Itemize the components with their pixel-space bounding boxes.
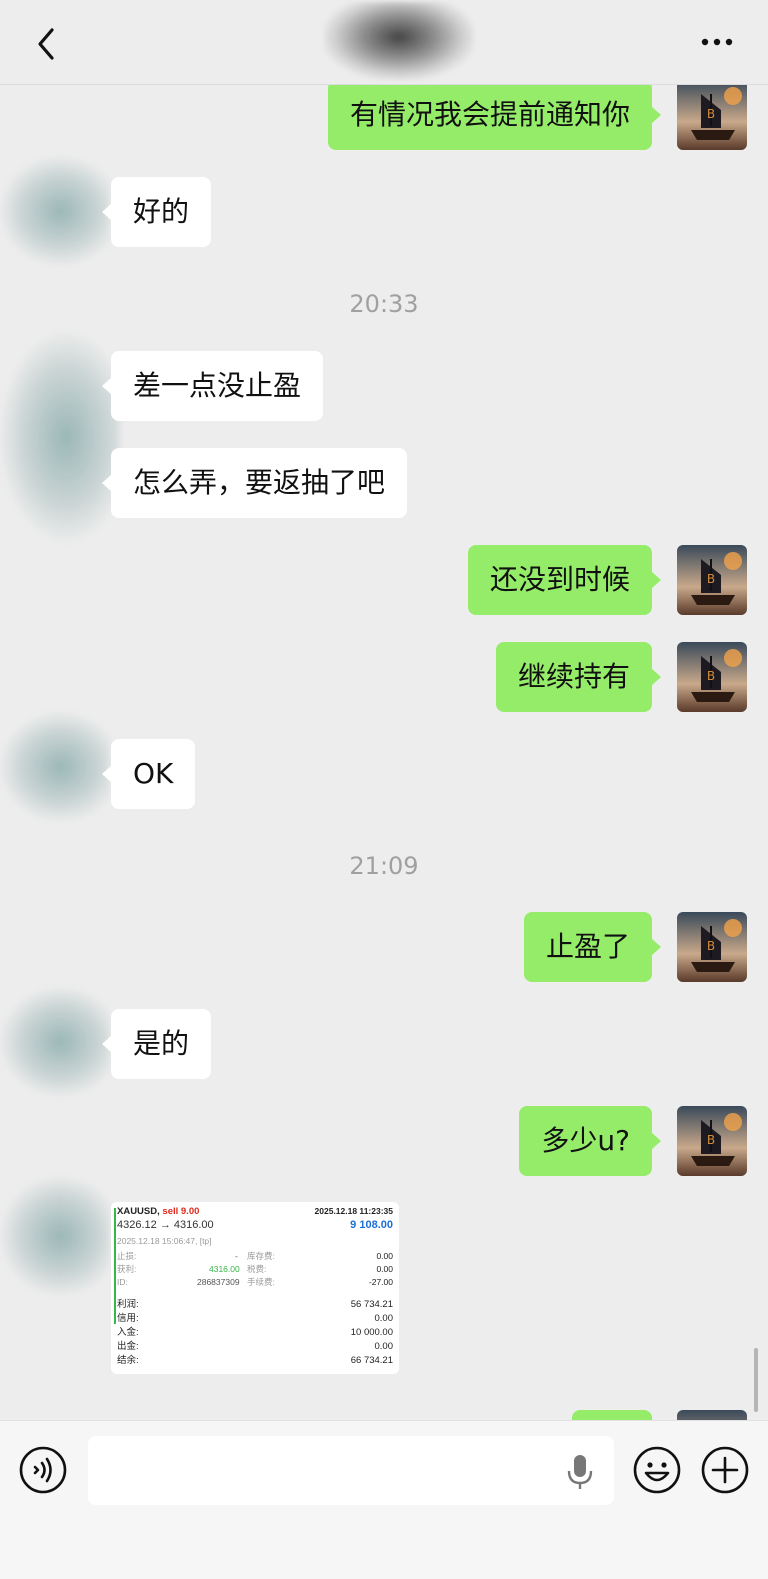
ship-avatar-icon: B <box>677 545 747 615</box>
message-bubble-incoming[interactable]: 好的 <box>101 177 212 247</box>
commission-label: 手续费: <box>247 1277 275 1287</box>
ship-avatar-icon <box>677 1410 747 1420</box>
id-label: ID: <box>117 1277 128 1287</box>
contact-avatar-redacted <box>0 987 110 1097</box>
message-bubble-outgoing[interactable]: 止盈了 <box>523 912 662 982</box>
ship-avatar-icon: B <box>677 642 747 712</box>
svg-text:B: B <box>707 572 715 586</box>
svg-text:B: B <box>707 669 715 683</box>
voice-icon[interactable] <box>18 1445 68 1495</box>
contact-avatar-redacted <box>0 712 110 822</box>
plus-icon[interactable] <box>700 1445 750 1495</box>
message-bubble-outgoing[interactable]: 多少u? <box>519 1106 661 1176</box>
trade-prices: 4326.12 → 4316.00 <box>117 1219 214 1231</box>
summary-row: 出金: 0.00 <box>117 1340 393 1353</box>
message-bubble-incoming[interactable]: OK <box>101 739 196 809</box>
chat-title-redacted <box>324 2 474 80</box>
tax-value: 0.00 <box>376 1264 393 1274</box>
contact-avatar-redacted <box>0 332 120 542</box>
svg-text:B: B <box>707 1133 715 1147</box>
scrollbar[interactable] <box>754 1348 758 1412</box>
trade-price-row: 4326.12 → 4316.00 9 108.00 <box>117 1219 393 1232</box>
contact-avatar-redacted <box>0 1176 110 1296</box>
trade-detail-row: ID: 286837309 手续费: -27.00 <box>117 1276 393 1289</box>
summary-row: 入金: 10 000.00 <box>117 1326 393 1339</box>
message-bubble-outgoing[interactable]: 有情况我会提前通知你 <box>327 84 662 150</box>
my-avatar[interactable]: B <box>677 642 747 712</box>
ship-avatar-icon: B <box>677 912 747 982</box>
microphone-icon[interactable] <box>566 1453 594 1491</box>
top-bar <box>0 0 768 85</box>
summary-row: 信用: 0.00 <box>117 1312 393 1325</box>
my-avatar[interactable] <box>677 1410 747 1420</box>
commission-value: -27.00 <box>368 1277 393 1287</box>
message-bubble-outgoing[interactable]: 继续持有 <box>495 642 662 712</box>
summary-label: 出金: <box>117 1341 139 1352</box>
svg-text:B: B <box>707 107 715 121</box>
my-avatar[interactable]: B <box>677 912 747 982</box>
tax-label: 税费: <box>247 1264 267 1274</box>
trade-open-info: 2025.12.18 15:06:47, [tp] <box>117 1236 212 1246</box>
summary-row: 利润: 56 734.21 <box>117 1298 393 1311</box>
contact-avatar-redacted <box>0 156 110 266</box>
emoji-icon[interactable] <box>632 1445 682 1495</box>
chevron-left-icon[interactable] <box>30 24 66 64</box>
message-bubble-incoming[interactable]: 是的 <box>101 1009 212 1079</box>
my-avatar[interactable]: B <box>677 545 747 615</box>
trade-screenshot-image[interactable]: XAUUSD, sell 9.00 2025.12.18 11:23:35 43… <box>111 1202 399 1374</box>
ship-avatar-icon: B <box>677 1106 747 1176</box>
summary-label: 利润: <box>117 1299 139 1310</box>
trade-detail-row: 获利: 4316.00 税费: 0.00 <box>117 1263 393 1276</box>
trade-header-row: XAUUSD, sell 9.00 2025.12.18 11:23:35 <box>117 1205 393 1218</box>
id-value: 286837309 <box>197 1277 240 1287</box>
more-dots-icon[interactable] <box>700 32 734 52</box>
take-profit-label: 获利: <box>117 1264 137 1274</box>
timestamp: 21:09 <box>349 852 419 880</box>
message-bubble-outgoing[interactable]: 还没到时候 <box>467 545 662 615</box>
take-profit-value: 4316.00 <box>209 1264 240 1274</box>
summary-value: 56 734.21 <box>350 1299 393 1310</box>
svg-text:B: B <box>707 939 715 953</box>
message-list[interactable]: 有情况我会提前通知你 B 好的 20:33 差一点没止盈 怎么弄，要返抽了吧 还… <box>0 84 768 1420</box>
trade-detail-row: 止损: - 库存费: 0.00 <box>117 1250 393 1263</box>
profit-indicator-bar <box>114 1208 116 1324</box>
message-bubble-incoming[interactable]: 怎么弄，要返抽了吧 <box>101 448 408 518</box>
trade-close-time: 2025.12.18 11:23:35 <box>314 1206 393 1216</box>
stop-loss-value: - <box>235 1251 238 1261</box>
summary-value: 0.00 <box>374 1313 394 1324</box>
summary-label: 入金: <box>117 1327 139 1338</box>
input-bar <box>0 1420 768 1579</box>
trade-side: sell 9.00 <box>162 1206 200 1217</box>
summary-row: 结余: 66 734.21 <box>117 1354 393 1367</box>
summary-label: 信用: <box>117 1313 139 1324</box>
message-bubble-outgoing[interactable] <box>572 1410 652 1420</box>
summary-label: 结余: <box>117 1355 139 1366</box>
my-avatar[interactable]: B <box>677 1106 747 1176</box>
swap-value: 0.00 <box>376 1251 393 1261</box>
trade-profit: 9 108.00 <box>350 1219 393 1231</box>
ship-avatar-icon: B <box>677 84 747 150</box>
message-input[interactable] <box>88 1436 614 1505</box>
summary-value: 0.00 <box>374 1341 394 1352</box>
summary-value: 10 000.00 <box>350 1327 393 1338</box>
summary-value: 66 734.21 <box>350 1355 393 1366</box>
stop-loss-label: 止损: <box>117 1251 137 1261</box>
trade-symbol: XAUUSD, <box>117 1206 160 1217</box>
timestamp: 20:33 <box>349 290 419 318</box>
my-avatar[interactable]: B <box>677 84 747 150</box>
swap-label: 库存费: <box>247 1251 275 1261</box>
message-bubble-incoming[interactable]: 差一点没止盈 <box>101 351 324 421</box>
